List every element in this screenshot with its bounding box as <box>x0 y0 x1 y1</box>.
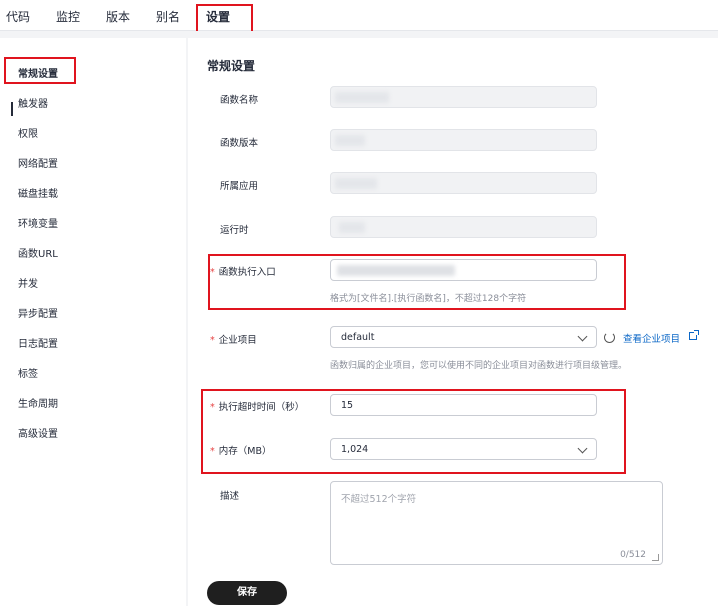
runtime-field <box>330 216 597 238</box>
sidebar-item-concurrency[interactable]: 并发 <box>18 275 38 290</box>
function-version-label: 函数版本 <box>220 138 259 149</box>
chevron-down-icon <box>577 331 588 342</box>
timeout-input[interactable]: 15 <box>330 394 597 416</box>
sidebar-item-logs[interactable]: 日志配置 <box>18 335 58 350</box>
save-button[interactable]: 保存 <box>207 581 287 605</box>
chevron-down-icon <box>577 443 588 454</box>
app-field <box>330 172 597 194</box>
char-counter: 0/512 <box>620 550 646 560</box>
external-link-icon[interactable] <box>689 330 699 340</box>
description-textarea[interactable]: 不超过512个字符 0/512 <box>330 481 663 565</box>
handler-input[interactable] <box>330 259 597 281</box>
sidebar-item-permissions[interactable]: 权限 <box>18 125 38 140</box>
memory-select[interactable]: 1,024 <box>330 438 597 460</box>
handler-hint: 格式为[文件名].[执行函数名]，不超过128个字符 <box>330 294 527 304</box>
description-label: 描述 <box>220 491 240 502</box>
tab-alias[interactable]: 别名 <box>156 8 180 25</box>
refresh-icon[interactable] <box>604 332 615 343</box>
tab-monitor[interactable]: 监控 <box>56 8 80 25</box>
tab-code[interactable]: 代码 <box>6 8 30 25</box>
project-select-value: default <box>341 332 375 343</box>
view-project-link[interactable]: 查看企业项目 <box>623 331 680 345</box>
active-indicator <box>11 102 13 116</box>
project-label: * 企业项目 <box>210 335 257 346</box>
sidebar-item-tags[interactable]: 标签 <box>18 365 38 380</box>
runtime-label: 运行时 <box>220 225 249 236</box>
sidebar-item-general[interactable]: 常规设置 <box>18 65 58 80</box>
timeout-label: * 执行超时时间（秒） <box>210 402 305 413</box>
memory-select-value: 1,024 <box>341 444 369 455</box>
resize-handle-icon[interactable] <box>652 554 659 561</box>
sidebar-item-advanced[interactable]: 高级设置 <box>18 425 58 440</box>
description-placeholder: 不超过512个字符 <box>341 494 417 505</box>
tab-settings[interactable]: 设置 <box>206 8 230 25</box>
top-tab-bar: 代码 监控 版本 别名 设置 <box>0 0 718 31</box>
handler-label: * 函数执行入口 <box>210 267 276 278</box>
project-select[interactable]: default <box>330 326 597 348</box>
app-label: 所属应用 <box>220 181 259 192</box>
project-hint: 函数归属的企业项目，您可以使用不同的企业项目对函数进行项目级管理。 <box>330 361 628 371</box>
sidebar-item-triggers[interactable]: 触发器 <box>18 95 48 110</box>
memory-label: * 内存（MB） <box>210 446 272 457</box>
page-title: 常规设置 <box>207 59 256 73</box>
function-name-label: 函数名称 <box>220 95 259 106</box>
sidebar-item-disk-mount[interactable]: 磁盘挂载 <box>18 185 58 200</box>
function-name-field <box>330 86 597 108</box>
sidebar-item-env-vars[interactable]: 环境变量 <box>18 215 58 230</box>
settings-sidebar <box>0 38 186 606</box>
sidebar-item-lifecycle[interactable]: 生命周期 <box>18 395 58 410</box>
function-version-field <box>330 129 597 151</box>
sidebar-item-function-url[interactable]: 函数URL <box>18 245 58 260</box>
sidebar-item-async[interactable]: 异步配置 <box>18 305 58 320</box>
tab-version[interactable]: 版本 <box>106 8 130 25</box>
sidebar-item-network[interactable]: 网络配置 <box>18 155 58 170</box>
